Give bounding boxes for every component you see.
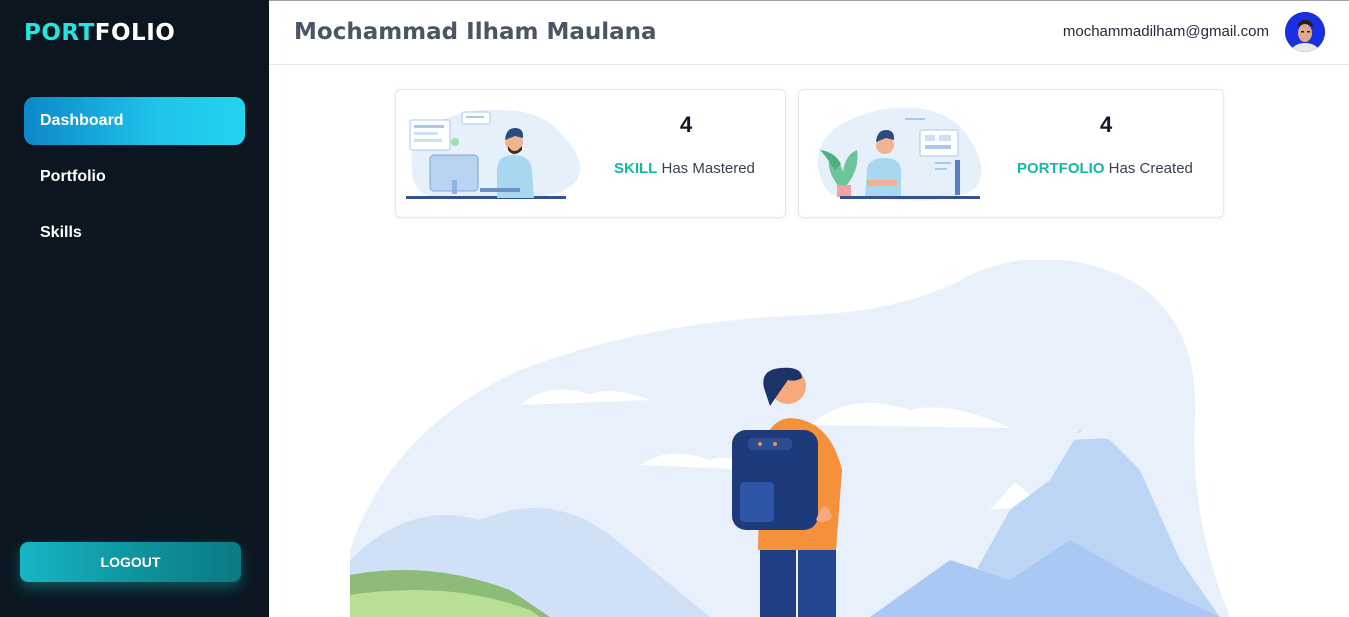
skill-text: Has Mastered (657, 160, 755, 177)
skills-stat-card[interactable]: 4 SKILL Has Mastered (395, 89, 786, 218)
page-title: Mochammad Ilham Maulana (294, 19, 657, 45)
sidebar-item-portfolio[interactable]: Portfolio (24, 153, 245, 201)
app-root: PORTFOLIO Dashboard Portfolio Skills LOG… (0, 0, 1349, 617)
logo-part-folio: FOLIO (94, 20, 176, 46)
top-header: Mochammad Ilham Maulana mochammadilham@g… (269, 0, 1349, 65)
skill-label: SKILL (614, 160, 658, 177)
logo-part-port: PORT (24, 20, 95, 46)
developer-at-desk-illustration (406, 109, 580, 199)
portfolio-stat-card[interactable]: 4 PORTFOLIO Has Created (798, 89, 1224, 218)
portfolio-text: Has Created (1104, 160, 1193, 177)
hiker-mountain-illustration (350, 260, 1230, 617)
portfolio-caption: PORTFOLIO Has Created (1017, 160, 1193, 177)
portfolio-label: PORTFOLIO (1017, 160, 1105, 177)
skill-caption: SKILL Has Mastered (614, 160, 755, 177)
portfolio-count: 4 (1100, 112, 1113, 137)
sidebar-item-skills[interactable]: Skills (24, 209, 245, 257)
sidebar: PORTFOLIO Dashboard Portfolio Skills LOG… (0, 0, 269, 617)
sidebar-item-dashboard[interactable]: Dashboard (24, 97, 245, 145)
skill-count: 4 (680, 112, 693, 137)
logout-button[interactable]: LOGOUT (20, 542, 241, 582)
user-email: mochammadilham@gmail.com (1062, 23, 1269, 40)
app-logo[interactable]: PORTFOLIO (24, 20, 175, 46)
developer-with-plant-illustration (817, 107, 982, 201)
avatar-photo (1285, 12, 1325, 52)
avatar[interactable] (1285, 12, 1325, 52)
